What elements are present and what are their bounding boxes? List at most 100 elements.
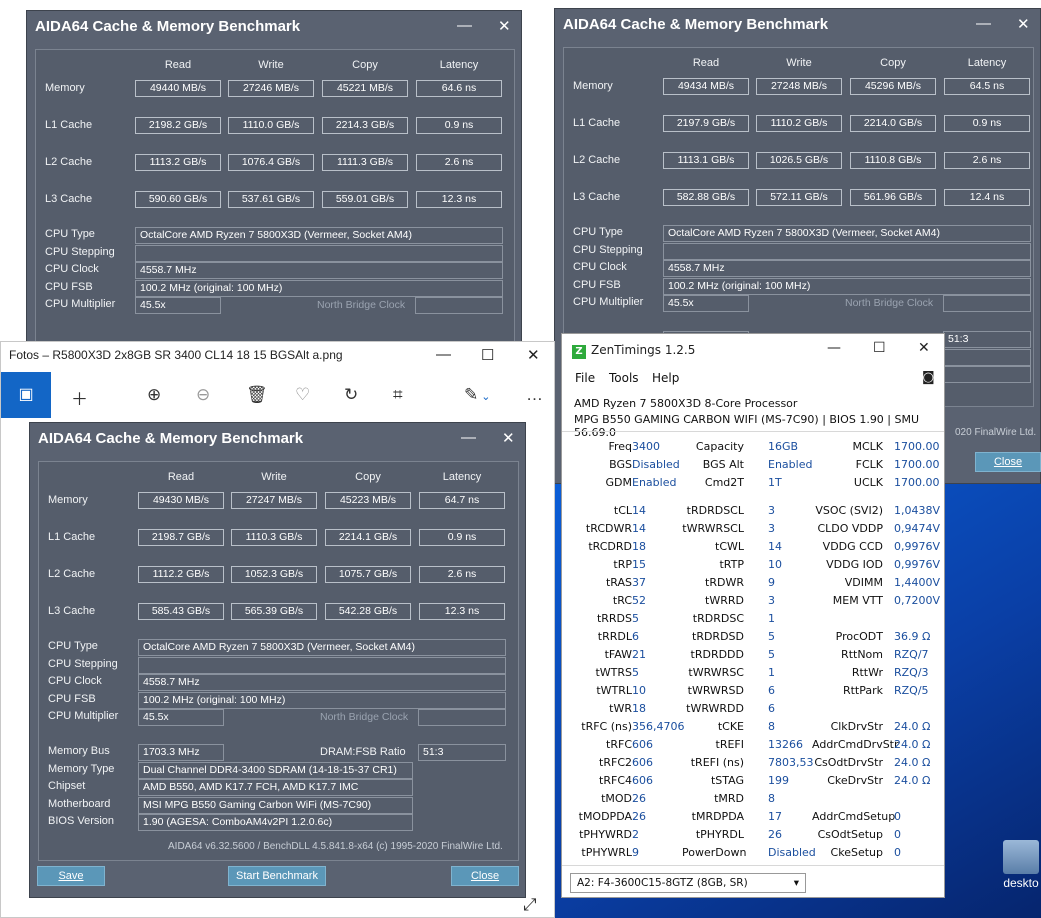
cpu-label: CPU Stepping [48,657,118,670]
delete-icon[interactable]: 🗑 [246,385,268,405]
memory-info-label: Memory Type [48,762,115,775]
timing-label: tFAW [604,648,632,661]
timing-label: tMRDPDA [691,810,744,823]
benchmark-value: 537.61 GB/s [228,191,314,208]
north-bridge-label: North Bridge Clock [317,299,406,311]
close-button[interactable]: ✕ [527,346,540,364]
benchmark-value: 1113.1 GB/s [663,152,749,169]
close-button[interactable]: ✕ [502,429,515,447]
benchmark-value: 1111.3 GB/s [322,154,408,171]
maximize-button[interactable]: ☐ [481,346,494,364]
north-bridge-label: North Bridge Clock [845,297,934,309]
benchmark-value: 559.01 GB/s [322,191,408,208]
benchmark-value: 2.6 ns [419,566,505,583]
memory-info-value: MSI MPG B550 Gaming Carbon WiFi (MS-7C90… [138,796,413,814]
add-icon[interactable]: ＋ [71,385,88,410]
timing-label: tCWL [715,540,744,553]
column-header: Latency [442,471,482,483]
column-header: Write [261,471,287,483]
image-icon[interactable]: ▣ [1,372,51,418]
close-button[interactable]: Close [975,452,1041,472]
timing-value: 1,0438V [894,504,941,517]
benchmark-value: 27247 MB/s [231,492,317,509]
benchmark-value: 561.96 GB/s [850,189,936,206]
minimize-button[interactable]: — [461,429,476,446]
timing-label: tMODPDA [578,810,632,823]
benchmark-value: 2214.1 GB/s [325,529,411,546]
minimize-button[interactable]: — [457,17,472,34]
close-button[interactable]: ✕ [918,340,930,356]
benchmark-value: 45221 MB/s [322,80,408,97]
column-header: Read [167,471,195,483]
cpu-value: 100.2 MHz (original: 100 MHz) [663,277,1031,295]
edit-icon[interactable]: ✎ ⌄ [464,385,491,405]
column-header: Read [164,59,192,71]
minimize-button[interactable]: — [827,340,841,356]
timing-label: Capacity [695,440,744,453]
close-button[interactable]: ✕ [1017,15,1030,33]
cpu-value: OctalCore AMD Ryzen 7 5800X3D (Vermeer, … [663,225,1031,242]
menu-help[interactable]: Help [652,371,679,385]
timing-value: 0 [894,828,901,841]
zoom-out-icon[interactable]: ⊖ [196,385,210,405]
timing-label: UCLK [853,476,883,489]
dram-ratio-value: 51:3 [943,331,1031,348]
crop-icon[interactable]: ⌗ [393,385,403,405]
benchmark-value: 2214.3 GB/s [322,117,408,134]
desktop-shortcut-2[interactable]: deskto [995,840,1041,890]
timing-label: PowerDown [682,846,747,859]
timing-label: tRDRDSD [692,630,744,643]
timing-label: RttNom [841,648,883,661]
dimm-select[interactable]: A2: F4-3600C15-8GTZ (8GB, SR) ▾ [570,873,806,893]
cpu-value: 45.5x [135,297,221,314]
timing-value: RZQ/3 [894,666,929,679]
benchmark-value: 2197.9 GB/s [663,115,749,132]
cpu-value [138,656,506,674]
timing-label: tRFC4 [599,774,632,787]
benchmark-value: 0.9 ns [944,115,1030,132]
cpu-value [663,242,1031,260]
rotate-icon[interactable]: ↻ [344,385,358,405]
cpu-label: CPU Stepping [573,243,643,256]
benchmark-value: 1026.5 GB/s [756,152,842,169]
expand-icon[interactable]: ⤢ [523,895,537,915]
minimize-button[interactable]: — [976,15,991,32]
more-icon[interactable]: … [526,385,543,405]
dram-ratio-label: DRAM:FSB Ratio [320,746,406,758]
timing-label: tMRD [714,792,744,805]
save-button[interactable]: Save [37,866,105,886]
timing-label: tRDRDDD [690,648,744,661]
screenshot-icon[interactable]: ◙ [922,370,935,385]
timing-label: tWRWRSC [688,666,744,679]
timing-label: tRTP [719,558,744,571]
timing-label: CsOdtDrvStr [814,756,883,769]
separator [562,431,944,432]
timing-label: tRC [612,594,632,607]
zoom-in-icon[interactable]: ⊕ [147,385,161,405]
cpu-label: CPU FSB [45,280,93,293]
benchmark-value: 2.6 ns [944,152,1030,169]
timing-label: tRP [613,558,632,571]
cpu-label: CPU Type [45,228,95,240]
column-header: Copy [352,59,378,71]
timing-label: tREFI [715,738,744,751]
benchmark-value: 582.88 GB/s [663,189,749,206]
timing-value: 36.9 Ω [894,630,931,643]
row-label: Memory [48,494,88,506]
timing-label: tWTRL [596,684,632,697]
close-button[interactable]: ✕ [498,17,511,35]
aida-titlebar: AIDA64 Cache & Memory Benchmark — ✕ [27,11,521,41]
menu-file[interactable]: File [575,371,595,385]
cpu-label: CPU Stepping [45,245,115,258]
close-button[interactable]: Close [451,866,519,886]
maximize-button[interactable]: ☐ [873,340,886,356]
favorite-icon[interactable]: ♡ [295,385,310,405]
start-benchmark-button[interactable]: Start Benchmark [228,866,326,886]
row-label: L1 Cache [48,531,96,543]
timing-value: RZQ/5 [894,684,929,697]
zentimings-window: Z ZenTimings 1.2.5 — ☐ ✕ File Tools Help … [561,333,945,898]
benchmark-value: 27246 MB/s [228,80,314,97]
menu-tools[interactable]: Tools [609,371,639,385]
minimize-button[interactable]: — [436,346,451,363]
benchmark-value: 0.9 ns [419,529,505,546]
